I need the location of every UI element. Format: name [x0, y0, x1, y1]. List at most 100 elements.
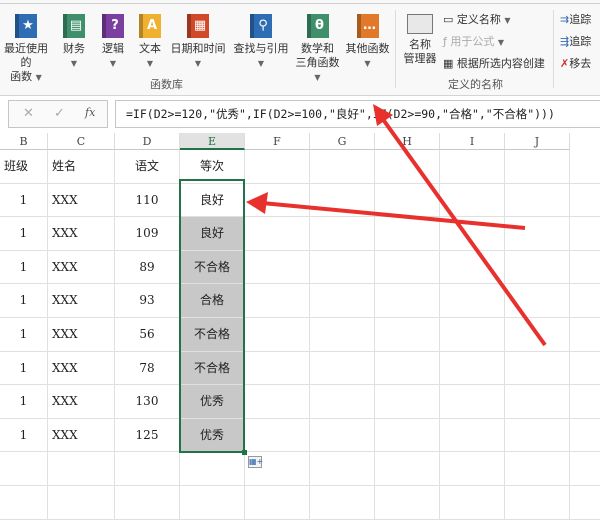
- empty-cell[interactable]: [505, 150, 570, 184]
- empty-cell[interactable]: [570, 352, 600, 386]
- empty-cell[interactable]: [375, 150, 440, 184]
- cell[interactable]: 合格: [180, 284, 245, 318]
- insert-function-button[interactable]: fx: [85, 106, 95, 119]
- function-category-button[interactable]: θ 数学和 三角函数 ▼: [295, 14, 340, 85]
- empty-cell[interactable]: [375, 250, 440, 285]
- function-category-button[interactable]: ▤ 财务 ▼: [55, 14, 93, 71]
- cell[interactable]: XXX: [48, 351, 115, 386]
- empty-cell[interactable]: [505, 452, 570, 486]
- empty-cell[interactable]: [505, 217, 570, 251]
- cell[interactable]: 不合格: [180, 250, 245, 285]
- empty-cell[interactable]: [440, 452, 505, 486]
- empty-cell[interactable]: [440, 318, 505, 352]
- function-category-button[interactable]: ▦ 日期和时间 ▼: [168, 14, 228, 71]
- cell[interactable]: 优秀: [180, 418, 245, 453]
- empty-cell[interactable]: [310, 250, 375, 285]
- empty-cell[interactable]: [505, 418, 570, 453]
- create-from-selection-button[interactable]: ▦ 根据所选内容创建: [443, 57, 545, 71]
- empty-cell[interactable]: [310, 385, 375, 419]
- empty-cell[interactable]: [0, 486, 48, 520]
- spreadsheet-grid[interactable]: B C D E F G H I J 班级 姓名 语文 等次 1 XXX 110 良好 1 XXX 109 良好 1 XXX 8…: [0, 133, 600, 520]
- function-category-button[interactable]: A 文本 ▼: [133, 14, 167, 71]
- cell[interactable]: 优秀: [180, 385, 245, 419]
- cell[interactable]: 1: [0, 385, 48, 419]
- empty-cell[interactable]: [440, 150, 505, 184]
- cell[interactable]: XXX: [48, 217, 115, 251]
- empty-cell[interactable]: [245, 217, 310, 251]
- empty-cell[interactable]: [440, 486, 505, 520]
- empty-cell[interactable]: [180, 452, 245, 486]
- cell[interactable]: 1: [0, 318, 48, 352]
- empty-cell[interactable]: [570, 251, 600, 285]
- empty-cell[interactable]: [245, 351, 310, 386]
- empty-cell[interactable]: [440, 250, 505, 285]
- empty-cell[interactable]: [570, 318, 600, 352]
- cell[interactable]: 93: [115, 284, 180, 318]
- column-header-H[interactable]: H: [375, 133, 440, 150]
- empty-cell[interactable]: [570, 452, 600, 486]
- cancel-button[interactable]: ✕: [23, 106, 34, 121]
- use-in-formula-button[interactable]: ƒ 用于公式 ▼: [443, 35, 504, 50]
- cell[interactable]: 89: [115, 250, 180, 285]
- empty-cell[interactable]: [310, 284, 375, 318]
- trace-precedents-button[interactable]: ⇉追踪: [560, 13, 591, 27]
- empty-cell[interactable]: [505, 486, 570, 520]
- empty-cell[interactable]: [440, 385, 505, 419]
- cell[interactable]: 56: [115, 318, 180, 352]
- empty-cell[interactable]: [245, 150, 310, 184]
- cell[interactable]: XXX: [48, 385, 115, 419]
- empty-cell[interactable]: [375, 318, 440, 352]
- cell[interactable]: 125: [115, 418, 180, 453]
- empty-cell[interactable]: [48, 452, 115, 486]
- empty-cell[interactable]: [375, 385, 440, 419]
- empty-cell[interactable]: [375, 486, 440, 520]
- cell[interactable]: 等次: [180, 150, 245, 184]
- empty-cell[interactable]: [375, 183, 440, 218]
- cell[interactable]: 良好: [180, 183, 245, 218]
- empty-cell[interactable]: [440, 351, 505, 386]
- empty-cell[interactable]: [375, 452, 440, 486]
- column-header-F[interactable]: F: [245, 133, 310, 150]
- empty-cell[interactable]: [570, 184, 600, 218]
- name-manager-button[interactable]: 名称 管理器: [400, 14, 440, 66]
- function-category-button[interactable]: ★ 最近使用的 函数 ▼: [0, 14, 52, 85]
- empty-cell[interactable]: [245, 284, 310, 318]
- empty-cell[interactable]: [570, 150, 600, 184]
- empty-cell[interactable]: [570, 486, 600, 520]
- empty-cell[interactable]: [0, 452, 48, 486]
- empty-cell[interactable]: [245, 418, 310, 453]
- cell[interactable]: 不合格: [180, 318, 245, 352]
- empty-cell[interactable]: [310, 318, 375, 352]
- empty-cell[interactable]: [570, 385, 600, 419]
- empty-cell[interactable]: [245, 250, 310, 285]
- function-category-button[interactable]: ? 逻辑 ▼: [95, 14, 131, 71]
- fill-handle[interactable]: [242, 450, 247, 455]
- empty-cell[interactable]: [48, 486, 115, 520]
- empty-cell[interactable]: [440, 284, 505, 318]
- empty-cell[interactable]: [505, 250, 570, 285]
- formula-text[interactable]: =IF(D2>=120,"优秀",IF(D2>=100,"良好",IF(D2>=…: [126, 106, 555, 122]
- empty-cell[interactable]: [375, 217, 440, 251]
- empty-cell[interactable]: [115, 452, 180, 486]
- column-header-J[interactable]: J: [505, 133, 570, 150]
- quick-analysis-icon[interactable]: ▦+: [248, 456, 263, 468]
- column-header-I[interactable]: I: [440, 133, 505, 150]
- empty-cell[interactable]: [505, 284, 570, 318]
- cell[interactable]: 语文: [115, 150, 180, 184]
- cell[interactable]: 130: [115, 385, 180, 419]
- column-header-D[interactable]: D: [115, 133, 180, 150]
- cell[interactable]: XXX: [48, 183, 115, 218]
- cell[interactable]: 班级: [0, 150, 48, 184]
- empty-cell[interactable]: [375, 351, 440, 386]
- cell[interactable]: 78: [115, 351, 180, 386]
- empty-cell[interactable]: [440, 418, 505, 453]
- cell[interactable]: XXX: [48, 250, 115, 285]
- trace-dependents-button[interactable]: ⇶追踪: [560, 35, 591, 49]
- cell[interactable]: 1: [0, 250, 48, 285]
- enter-button[interactable]: ✓: [54, 106, 65, 121]
- empty-cell[interactable]: [570, 419, 600, 453]
- empty-cell[interactable]: [570, 217, 600, 251]
- empty-cell[interactable]: [310, 486, 375, 520]
- cell[interactable]: XXX: [48, 418, 115, 453]
- empty-cell[interactable]: [505, 351, 570, 386]
